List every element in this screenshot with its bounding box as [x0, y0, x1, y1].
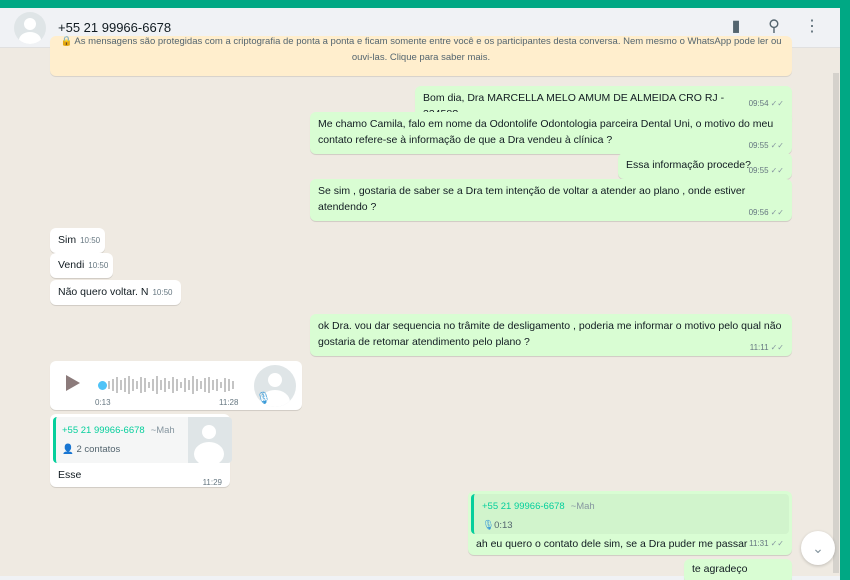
waveform-bar	[116, 377, 118, 393]
message-out[interactable]: Me chamo Camila, falo em nome da Odontol…	[310, 112, 792, 154]
message-text: Me chamo Camila, falo em nome da Odontol…	[318, 118, 774, 146]
message-text: Essa informação procede?	[626, 159, 751, 171]
message-in[interactable]: Não quero voltar. N 10:50	[50, 280, 181, 305]
menu-icon[interactable]: ⋮	[802, 16, 822, 36]
waveform-bar	[164, 378, 166, 392]
contact-card-author: ~Mah	[150, 425, 175, 436]
waveform-bar	[172, 377, 174, 393]
message-time: 11:31	[749, 539, 769, 548]
message-in[interactable]: Vendi 10:50	[50, 253, 113, 278]
chevron-down-icon: ⌄	[812, 540, 824, 556]
waveform-bar	[200, 381, 202, 389]
person-icon: 👤	[62, 444, 77, 455]
audio-seek-handle[interactable]	[98, 381, 107, 390]
message-time: 10:50	[88, 261, 109, 270]
contact-card-name: +55 21 99966-6678	[62, 425, 145, 436]
message-in[interactable]: Sim 10:50	[50, 228, 105, 253]
audio-duration: 0:13	[95, 398, 111, 407]
waveform-bar	[144, 378, 146, 392]
message-out[interactable]: ok Dra. vou dar sequencia no trâmite de …	[310, 314, 792, 356]
waveform-bar	[216, 379, 218, 391]
waveform-bar	[204, 378, 206, 392]
waveform-bar	[224, 378, 226, 392]
encryption-notice[interactable]: 🔒 As mensagens são protegidas com a crip…	[50, 36, 792, 76]
waveform-bar	[132, 379, 134, 391]
message-text: Não quero voltar. N	[58, 286, 149, 298]
waveform-bar	[168, 381, 170, 389]
message-time: 11:11	[749, 343, 769, 352]
voice-message: 0:13 11:28 🎙	[50, 361, 302, 410]
waveform-bar	[108, 381, 110, 389]
microphone-icon: 🎙	[256, 391, 272, 405]
quoted-name: +55 21 99966-6678	[482, 501, 565, 512]
message-time: 11:28	[219, 398, 239, 407]
message-text: ok Dra. vou dar sequencia no trâmite de …	[318, 320, 782, 348]
waveform-bar	[128, 376, 130, 394]
notice-line2: ouvi-las. Clique para saber mais.	[351, 52, 491, 63]
message-time: 09:55	[748, 166, 769, 175]
waveform-bar	[148, 382, 150, 388]
waveform-bar	[220, 382, 222, 388]
waveform-bar	[196, 379, 198, 391]
double-check-icon: ✓✓	[770, 141, 784, 150]
waveform-bar	[152, 379, 154, 391]
double-check-icon: ✓✓	[770, 208, 784, 217]
waveform-bar	[160, 380, 162, 390]
contact-avatar	[188, 417, 232, 463]
quoted-author: ~Mah	[570, 501, 595, 512]
message-text: Se sim , gostaria de saber se a Dra tem …	[318, 185, 746, 213]
search-icon[interactable]: ⚲	[764, 16, 784, 36]
contact-message[interactable]: +55 21 99966-6678 ~Mah 👤 2 contatos Esse 1…	[50, 414, 232, 487]
waveform-bar	[156, 376, 158, 394]
message-text: ah eu quero o contato dele sim, se a Dra…	[476, 538, 748, 550]
message-text: Esse	[58, 469, 82, 481]
waveform-bar	[180, 382, 182, 388]
waveform-bar	[184, 378, 186, 392]
chat-window: +55 21 99966-6678 ▮ ⚲ ⋮ 🔒 As mensagens s…	[0, 8, 840, 580]
message-time: 10:50	[80, 236, 101, 245]
waveform-bar	[232, 381, 234, 389]
microphone-icon: 🎙	[482, 520, 495, 531]
audio-waveform[interactable]	[108, 376, 234, 394]
double-check-icon: ✓✓	[770, 343, 784, 352]
waveform-bar	[112, 379, 114, 391]
message-out[interactable]: te agradeço	[684, 559, 792, 580]
message-time: 09:54	[748, 99, 769, 108]
contact-card[interactable]: +55 21 99966-6678 ~Mah 👤 2 contatos	[53, 417, 232, 463]
waveform-bar	[124, 378, 126, 392]
message-text: Vendi	[58, 259, 85, 271]
reply-message[interactable]: +55 21 99966-6678 ~Mah 🎙0:13 ah eu quero …	[468, 491, 792, 555]
double-check-icon: ✓✓	[770, 99, 784, 108]
message-out[interactable]: 09:55 ✓✓ Essa informação procede?	[618, 153, 792, 179]
contact-name[interactable]: +55 21 99966-6678	[58, 20, 171, 35]
message-text: te agradeço	[692, 563, 748, 575]
double-check-icon: ✓✓	[770, 166, 784, 175]
message-out[interactable]: Se sim , gostaria de saber se a Dra tem …	[310, 179, 792, 221]
scrollbar[interactable]	[833, 73, 839, 573]
message-time: 09:56	[748, 208, 769, 217]
notice-line1: 🔒 As mensagens são protegidas com a crip…	[60, 36, 782, 47]
waveform-bar	[212, 380, 214, 390]
message-text: Sim	[58, 234, 77, 246]
waveform-bar	[208, 377, 210, 393]
message-time: 11:29	[202, 478, 222, 487]
double-check-icon: ✓✓	[770, 539, 784, 548]
waveform-bar	[192, 376, 194, 394]
contact-avatar[interactable]	[14, 11, 46, 44]
waveform-bar	[188, 380, 190, 390]
message-time: 10:50	[152, 288, 173, 297]
label-icon[interactable]: ▮	[726, 16, 746, 36]
scroll-down-button[interactable]: ⌄	[801, 531, 835, 565]
quoted-duration: 0:13	[494, 520, 513, 531]
quoted-message[interactable]: +55 21 99966-6678 ~Mah 🎙0:13	[471, 494, 789, 534]
waveform-bar	[136, 381, 138, 389]
play-icon[interactable]	[66, 375, 80, 391]
contact-count: 2 contatos	[76, 444, 121, 455]
waveform-bar	[228, 379, 230, 391]
message-time: 09:55	[748, 141, 769, 150]
waveform-bar	[120, 380, 122, 390]
waveform-bar	[176, 379, 178, 391]
waveform-bar	[140, 377, 142, 393]
